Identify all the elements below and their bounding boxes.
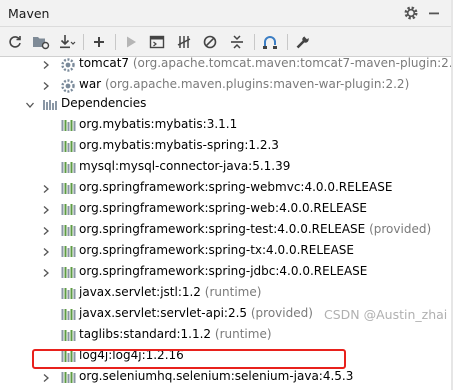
dependency-label: org.springframework:spring-web:4.0.0.REL… — [79, 201, 368, 215]
tool-window-title: Maven — [8, 6, 50, 21]
dependency-label: org.springframework:spring-jdbc:4.0.0.RE… — [79, 264, 368, 278]
dependency-label: org.seleniumhq.selenium:selenium-java:4.… — [79, 369, 354, 383]
toolbar-separator — [83, 34, 84, 50]
library-icon — [61, 307, 77, 322]
collapse-all-button[interactable] — [229, 34, 245, 50]
gear-icon[interactable] — [403, 5, 419, 21]
watermark: CSDN @Austin_zhai — [324, 307, 448, 322]
execute-maven-goal-button[interactable] — [149, 34, 165, 50]
run-maven-build-button[interactable] — [123, 34, 139, 50]
chevron-right-icon[interactable] — [41, 59, 51, 69]
tree-row-plugin-war[interactable]: war (org.apache.maven.plugins:maven-war-… — [0, 75, 453, 96]
library-icon — [61, 118, 77, 133]
dependency-scope: (provided) — [369, 222, 432, 236]
library-icon — [61, 139, 77, 154]
dependency-label: org.springframework:spring-tx:4.0.0.RELE… — [79, 243, 355, 257]
dependency-row[interactable]: mysql:mysql-connector-java:5.1.39 — [0, 157, 453, 178]
chevron-right-icon[interactable] — [41, 225, 51, 235]
chevron-right-icon[interactable] — [41, 267, 51, 277]
plugin-coordinates: (org.apache.maven.plugins:maven-war-plug… — [104, 77, 410, 91]
library-icon — [61, 244, 77, 259]
plus-icon — [94, 37, 104, 47]
dependency-label: javax.servlet:jstl:1.2 — [79, 285, 201, 299]
dependency-row[interactable]: javax.servlet:jstl:1.2 (runtime) — [0, 283, 453, 304]
chevron-right-icon[interactable] — [41, 204, 51, 214]
maven-settings-button[interactable] — [295, 34, 311, 50]
tree-row-dependencies-folder[interactable]: Dependencies — [0, 94, 453, 115]
generate-sources-button[interactable] — [32, 34, 50, 50]
dependency-row[interactable]: org.springframework:spring-test:4.0.0.RE… — [0, 220, 453, 241]
library-icon — [61, 370, 77, 385]
dependency-row[interactable]: taglibs:standard:1.1.2 (runtime) — [0, 325, 453, 346]
library-icon — [61, 223, 77, 238]
dependency-scope: (runtime) — [204, 285, 262, 299]
plugin-icon — [60, 78, 76, 93]
dependencies-folder-icon — [42, 97, 58, 112]
toolbar-separator — [254, 34, 255, 50]
dependency-scope: (provided) — [250, 306, 313, 320]
dependency-row[interactable]: org.seleniumhq.selenium:selenium-java:4.… — [0, 367, 453, 388]
dependency-row[interactable]: org.springframework:spring-tx:4.0.0.RELE… — [0, 241, 453, 262]
toolbar-separator — [287, 34, 288, 50]
chevron-right-icon[interactable] — [41, 246, 51, 256]
dependency-row[interactable]: org.springframework:spring-jdbc:4.0.0.RE… — [0, 262, 453, 283]
chevron-right-icon[interactable] — [41, 80, 51, 90]
dependency-scope: (runtime) — [214, 327, 272, 341]
skip-tests-icon — [203, 35, 217, 49]
dependency-row[interactable]: org.mybatis:mybatis-spring:1.2.3 — [0, 136, 453, 157]
dependency-label: org.mybatis:mybatis:3.1.1 — [79, 117, 238, 131]
highlight-box — [32, 349, 346, 369]
plugin-coordinates: (org.apache.tomcat.maven:tomcat7-maven-p… — [132, 56, 453, 70]
dependencies-label: Dependencies — [61, 96, 147, 110]
dependency-row[interactable]: org.springframework:spring-webmvc:4.0.0.… — [0, 178, 453, 199]
dependency-label: taglibs:standard:1.1.2 — [79, 327, 212, 341]
library-icon — [61, 286, 77, 301]
skip-tests-button[interactable] — [202, 34, 218, 50]
show-dependencies-button[interactable] — [262, 34, 278, 50]
download-sources-button[interactable] — [58, 34, 76, 50]
maven-toolbar — [0, 27, 453, 57]
collapse-icon — [231, 35, 243, 49]
library-icon — [61, 181, 77, 196]
folder-gear-icon — [33, 37, 50, 50]
maven-project-tree: tomcat7 (org.apache.tomcat.maven:tomcat7… — [0, 54, 453, 390]
tool-window-header: Maven — [0, 0, 453, 27]
library-icon — [61, 328, 77, 343]
chevron-down-icon[interactable] — [25, 99, 35, 109]
dependency-row[interactable]: org.springframework:spring-web:4.0.0.REL… — [0, 199, 453, 220]
play-icon — [127, 36, 136, 48]
library-icon — [61, 202, 77, 217]
offline-toggle-icon — [177, 36, 191, 48]
plugin-icon — [60, 57, 76, 72]
plugin-name: war — [79, 77, 102, 91]
library-icon — [61, 160, 77, 175]
dependency-label: javax.servlet:servlet-api:2.5 — [79, 306, 248, 320]
refresh-icon — [9, 36, 21, 48]
dependency-row[interactable]: org.mybatis:mybatis:3.1.1 — [0, 115, 453, 136]
dependency-label: org.mybatis:mybatis-spring:1.2.3 — [79, 138, 279, 152]
chevron-right-icon[interactable] — [41, 183, 51, 193]
dependency-diagram-icon — [263, 36, 277, 49]
add-maven-project-button[interactable] — [91, 34, 107, 50]
wrench-icon — [296, 34, 310, 49]
minimize-icon[interactable] — [426, 5, 442, 21]
chevron-right-icon[interactable] — [41, 372, 51, 382]
download-icon — [60, 35, 76, 49]
reload-all-maven-projects-button[interactable] — [7, 34, 23, 50]
dependency-label: mysql:mysql-connector-java:5.1.39 — [79, 159, 291, 173]
toggle-offline-mode-button[interactable] — [176, 34, 192, 50]
library-icon — [61, 265, 77, 280]
tree-row-plugin-tomcat7[interactable]: tomcat7 (org.apache.tomcat.maven:tomcat7… — [0, 54, 453, 75]
toolbar-separator — [115, 34, 116, 50]
plugin-name: tomcat7 — [79, 56, 130, 70]
dependency-label: org.springframework:spring-test:4.0.0.RE… — [79, 222, 366, 236]
maven-goal-icon — [149, 35, 165, 49]
dependency-label: org.springframework:spring-webmvc:4.0.0.… — [79, 180, 393, 194]
